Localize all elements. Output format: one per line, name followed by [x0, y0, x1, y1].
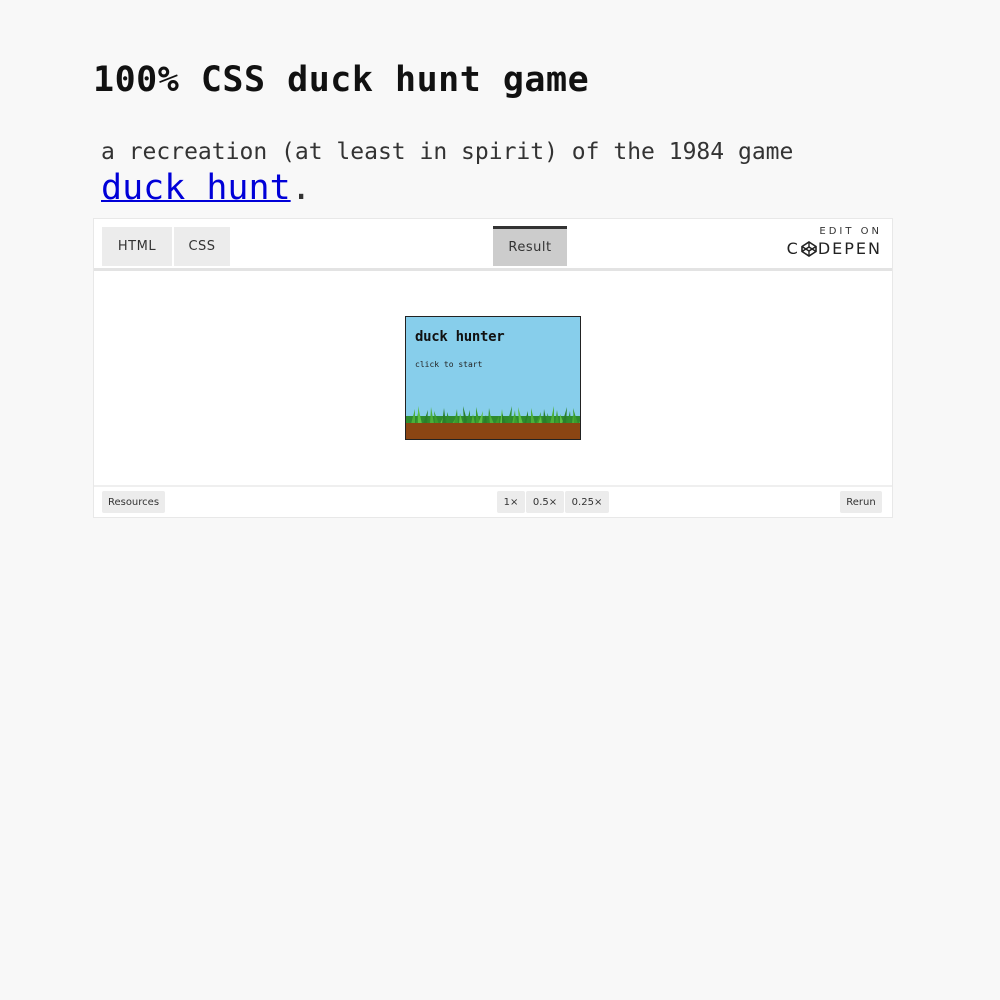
grass-blade [418, 406, 422, 424]
intro-paragraph: a recreation (at least in spirit) of the… [101, 134, 821, 210]
tab-html[interactable]: HTML [102, 227, 172, 266]
game-title: duck hunter [415, 329, 505, 345]
game-canvas[interactable]: duck hunter click to start [405, 316, 581, 440]
zoom-0.25x-button[interactable]: 0.25× [565, 491, 609, 513]
intro-end: . [290, 168, 312, 208]
rerun-button[interactable]: Rerun [840, 491, 882, 513]
embed-footer: Resources 1× 0.5× 0.25× Rerun [94, 485, 892, 517]
game-start-prompt: click to start [415, 360, 483, 369]
result-pane: duck hunter click to start [94, 271, 892, 486]
edit-on-codepen-link[interactable]: EDIT ON C DEPEN [787, 225, 882, 259]
zoom-0.5x-button[interactable]: 0.5× [526, 491, 564, 513]
tab-result[interactable]: Result [493, 226, 567, 266]
grass-decoration [406, 406, 580, 424]
intro-text: a recreation (at least in spirit) of the… [101, 139, 794, 165]
grass-blade [430, 407, 434, 424]
duck-hunt-link[interactable]: duck hunt [101, 168, 291, 208]
codepen-logo-left: C [786, 239, 800, 258]
page-title: 100% CSS duck hunt game [93, 60, 590, 100]
dirt-ground [406, 423, 580, 439]
edit-on-label: EDIT ON [819, 226, 882, 237]
resources-button[interactable]: Resources [102, 491, 165, 513]
tab-css[interactable]: CSS [174, 227, 230, 266]
codepen-logo: C DEPEN [787, 239, 882, 259]
embed-header: HTML CSS Result EDIT ON C DEPEN [94, 219, 892, 271]
codepen-embed: HTML CSS Result EDIT ON C DEPEN duck hun… [93, 218, 893, 518]
codepen-cube-icon [801, 241, 817, 257]
codepen-logo-right: DEPEN [817, 239, 882, 258]
zoom-1x-button[interactable]: 1× [497, 491, 525, 513]
